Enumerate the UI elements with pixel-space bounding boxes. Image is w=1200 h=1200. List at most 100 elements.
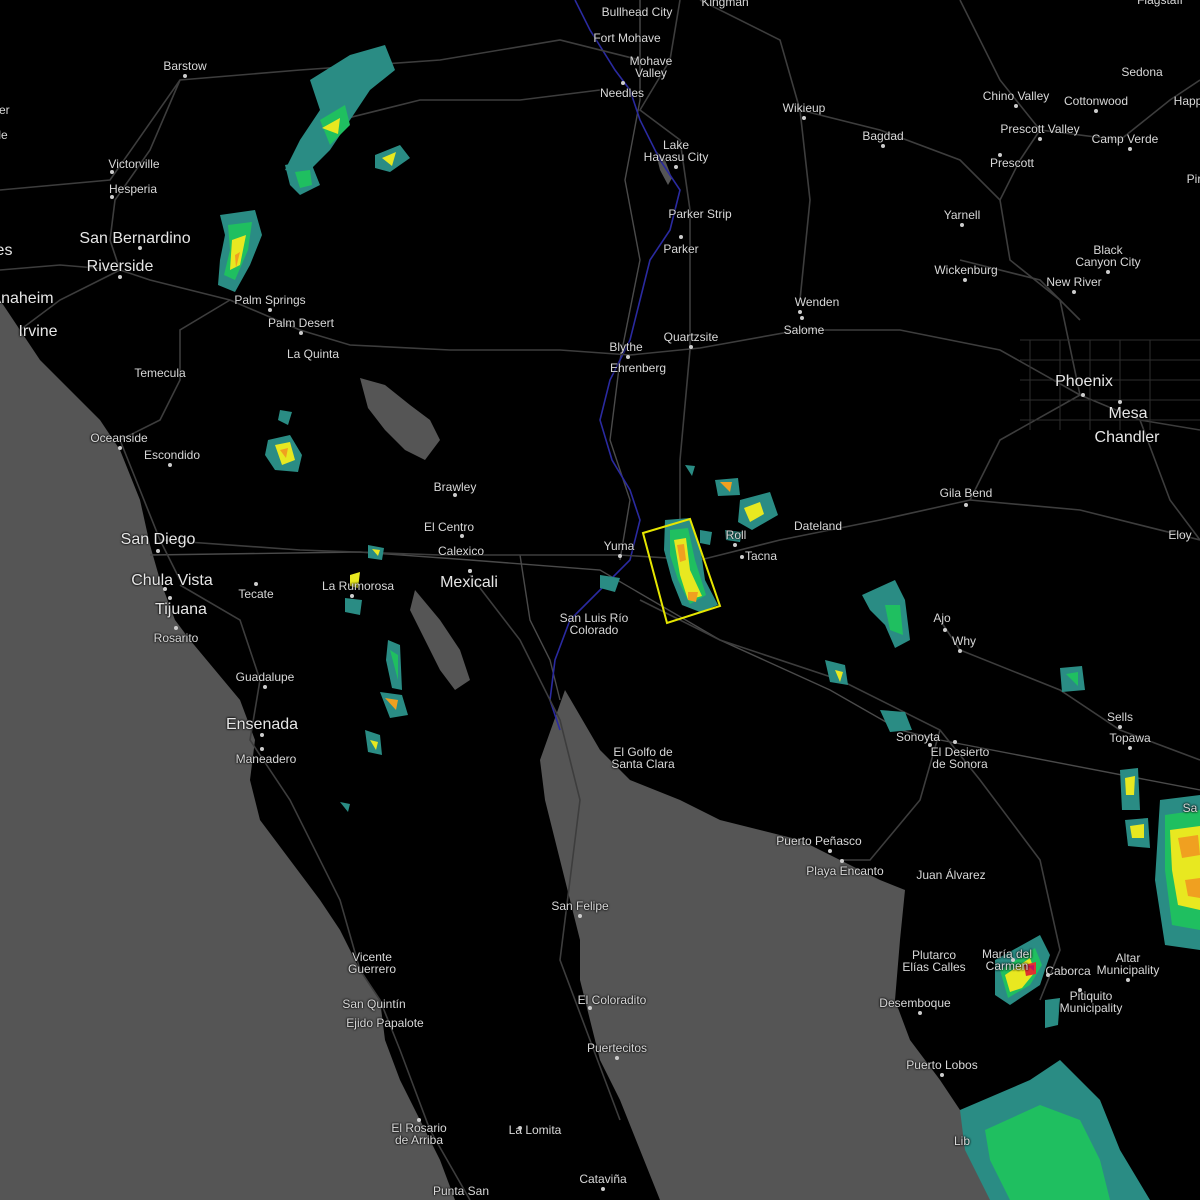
- place-label-chula-vista: Chula Vista: [131, 572, 213, 589]
- place-label-quartzsite: Quartzsite: [663, 330, 719, 344]
- place-dot-palm-springs: [268, 308, 272, 312]
- place-dot-caborca: [1046, 973, 1050, 977]
- place-label-desemboque: Desemboque: [879, 996, 951, 1010]
- place-dot-puertecitos: [615, 1056, 619, 1060]
- place-dot-sells: [1118, 725, 1122, 729]
- place-dot-palm-desert: [299, 331, 303, 335]
- place-dot-ensenada: [260, 733, 264, 737]
- place-label-tacna: Tacna: [744, 549, 778, 563]
- place-label-altar: Altar Municipality: [1096, 951, 1160, 977]
- place-dot-new-river: [1072, 290, 1076, 294]
- place-dot-oceanside: [118, 446, 122, 450]
- place-dot-mesa: [1118, 400, 1122, 404]
- place-dot-camp-verde: [1128, 147, 1132, 151]
- place-label-la-lomita: La Lomita: [508, 1123, 562, 1137]
- map-canvas[interactable]: [0, 0, 1200, 1200]
- place-label-juan-alvarez: Juan Álvarez: [916, 868, 986, 882]
- place-label-barstow: Barstow: [163, 59, 207, 73]
- borders: [149, 0, 1200, 791]
- place-label-catavina: Cataviña: [579, 1172, 627, 1186]
- place-label-edge-pir: Pir: [1186, 172, 1200, 186]
- place-dot-phoenix: [1081, 393, 1085, 397]
- place-dot-lake-havasu: [674, 165, 678, 169]
- place-label-guadalupe: Guadalupe: [235, 670, 295, 684]
- place-label-bagdad: Bagdad: [862, 129, 904, 143]
- place-label-sedona: Sedona: [1121, 65, 1163, 79]
- place-label-escondido: Escondido: [143, 448, 201, 462]
- place-dot-quartzsite: [689, 345, 693, 349]
- place-label-prescott-valley: Prescott Valley: [1000, 122, 1080, 136]
- place-dot-prescott-valley: [1038, 137, 1042, 141]
- place-label-playa-encanto: Playa Encanto: [806, 864, 884, 878]
- place-dot-tijuana: [168, 596, 172, 600]
- place-dot-yarnell: [960, 223, 964, 227]
- place-label-flagstaff: Flagstaff: [1137, 0, 1183, 7]
- place-dot-topawa: [1128, 746, 1132, 750]
- place-label-topawa: Topawa: [1109, 731, 1151, 745]
- place-label-irvine: Irvine: [18, 323, 58, 340]
- place-dot-yuma: [618, 554, 622, 558]
- place-label-palm-desert: Palm Desert: [267, 316, 335, 330]
- place-dot-rosarito: [174, 626, 178, 630]
- place-dot-salome: [800, 316, 804, 320]
- place-label-why: Why: [952, 634, 976, 648]
- place-dot-ajo: [943, 628, 947, 632]
- place-label-edge-es: es: [0, 242, 13, 259]
- place-label-riverside: Riverside: [86, 258, 154, 275]
- radar-map[interactable]: Bullhead City Kingman Fort Mohave Mohave Va…: [0, 0, 1200, 1200]
- place-label-palm-springs: Palm Springs: [234, 293, 306, 307]
- place-dot-barstow: [183, 74, 187, 78]
- place-label-temecula: Temecula: [134, 366, 186, 380]
- place-label-needles: Needles: [599, 86, 645, 100]
- place-dot-catavina: [601, 1187, 605, 1191]
- place-dot-wenden: [798, 310, 802, 314]
- place-label-parker-strip: Parker Strip: [668, 207, 732, 221]
- place-label-puerto-penasco: Puerto Peñasco: [776, 834, 862, 848]
- place-label-sells: Sells: [1106, 710, 1134, 724]
- place-dot-riverside: [118, 275, 122, 279]
- place-label-ajo: Ajo: [933, 611, 951, 625]
- place-label-el-golfo: El Golfo de Santa Clara: [611, 745, 675, 771]
- place-label-ehrenberg: Ehrenberg: [609, 361, 667, 375]
- pacific-ocean: [0, 300, 455, 1200]
- place-label-brawley: Brawley: [433, 480, 477, 494]
- place-label-la-rumorosa: La Rumorosa: [321, 579, 395, 593]
- place-dot-wikieup: [802, 116, 806, 120]
- place-label-el-rosario: El Rosario de Arriba: [391, 1121, 447, 1147]
- place-label-vicente-guerrero: Vicente Guerrero: [347, 950, 397, 976]
- place-dot-guadalupe: [263, 685, 267, 689]
- place-label-hesperia: Hesperia: [108, 182, 158, 196]
- place-label-plutarco: Plutarco Elías Calles: [902, 948, 966, 974]
- place-label-chino-valley: Chino Valley: [982, 89, 1050, 103]
- place-dot-prescott: [998, 153, 1002, 157]
- place-label-sonoyta: Sonoyta: [895, 730, 941, 744]
- place-dot-puerto-lobos: [940, 1073, 944, 1077]
- place-label-dateland: Dateland: [793, 519, 843, 533]
- place-label-salome: Salome: [783, 323, 825, 337]
- place-label-tijuana: Tijuana: [155, 601, 207, 618]
- place-dot-brawley: [453, 493, 457, 497]
- place-label-rosarito: Rosarito: [153, 631, 199, 645]
- place-dot-puerto-penasco: [828, 849, 832, 853]
- place-label-fort-mohave: Fort Mohave: [593, 31, 661, 45]
- place-dot-escondido: [168, 463, 172, 467]
- place-label-edge-sa: Sa: [1182, 801, 1198, 815]
- place-dot-maneadero: [260, 747, 264, 751]
- place-label-edge-ler: ler: [0, 103, 10, 117]
- place-label-mesa: Mesa: [1108, 405, 1148, 422]
- place-dot-parker: [679, 235, 683, 239]
- place-dot-altar: [1126, 978, 1130, 982]
- place-label-calexico: Calexico: [437, 544, 485, 558]
- place-label-mexicali: Mexicali: [440, 574, 498, 591]
- place-dot-why: [958, 649, 962, 653]
- place-dot-bagdad: [881, 144, 885, 148]
- place-label-maria-del-carmen: María del Carmen: [981, 947, 1033, 973]
- place-dot-san-diego: [156, 549, 160, 553]
- place-label-el-desierto: El Desierto de Sonora: [930, 745, 990, 771]
- place-dot-victorville: [110, 170, 114, 174]
- place-label-el-centro: El Centro: [423, 520, 475, 534]
- place-label-pitiquito: Pitiquito Municipality: [1059, 989, 1123, 1015]
- place-dot-wickenburg: [963, 278, 967, 282]
- place-label-phoenix: Phoenix: [1055, 373, 1113, 390]
- place-label-victorville: Victorville: [108, 157, 160, 171]
